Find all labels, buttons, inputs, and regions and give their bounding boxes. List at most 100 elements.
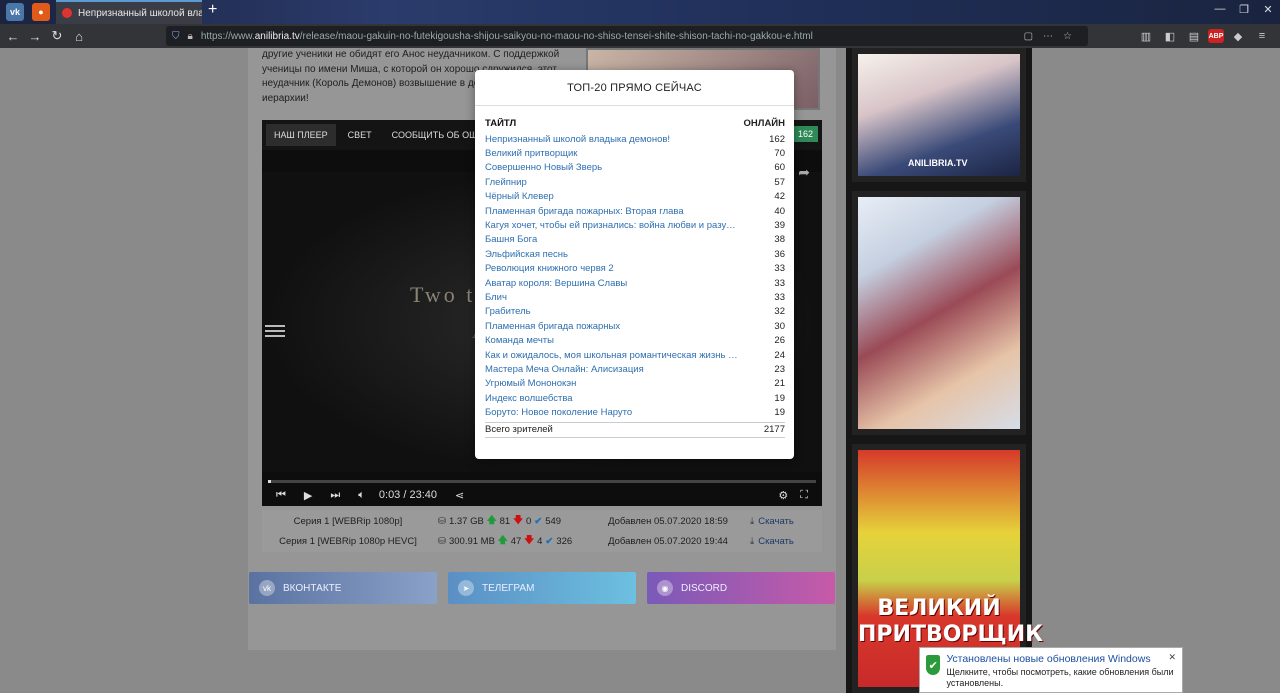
discord-button[interactable]: ◉ DISCORD <box>647 572 835 604</box>
title-link[interactable]: Пламенная бригада пожарных: Вторая глава <box>485 206 741 217</box>
poster-image: ANILIBRIA.TV <box>858 54 1020 176</box>
download-link[interactable]: ⤓ Скачать <box>732 516 822 527</box>
table-row: Серия 1 [WEBRip 1080p HEVC] ⛁ 300.91 MB … <box>262 531 822 551</box>
forward-icon[interactable]: → <box>24 25 46 47</box>
list-item: Пламенная бригада пожарных 30 <box>485 319 785 333</box>
title-link[interactable]: Пламенная бригада пожарных <box>485 321 741 332</box>
next-icon[interactable]: ⏭ <box>330 489 340 502</box>
online-count: 60 <box>774 162 785 174</box>
home-icon[interactable]: ⌂ <box>68 25 90 47</box>
seeders: 47 <box>510 535 522 547</box>
modal-title: ТОП-20 ПРЯМО СЕЙЧАС <box>475 70 794 106</box>
disk-icon: ⛁ <box>438 535 446 547</box>
nav-bar: ← → ↻ ⌂ ⛉ 🔒︎ https://www. anilibria.tv /… <box>0 24 1280 48</box>
tab-light[interactable]: СВЕТ <box>340 124 380 146</box>
online-count: 19 <box>774 392 785 404</box>
sidebar-poster-2[interactable] <box>852 191 1026 435</box>
progress-bar[interactable] <box>268 480 816 483</box>
tab-title: Непризнанный школой владыка <box>78 7 202 19</box>
library-icon[interactable]: ▥ <box>1136 26 1156 46</box>
download-icon: ⤓ <box>750 515 755 527</box>
seeders: 81 <box>499 515 511 527</box>
col-online: ОНЛАЙН <box>743 118 785 129</box>
online-count: 24 <box>774 349 785 361</box>
play-icon[interactable]: ▶ <box>304 489 312 502</box>
title-link[interactable]: Команда мечты <box>485 335 741 346</box>
tracking-shield-icon[interactable]: ⛉ <box>172 31 180 42</box>
url-bar[interactable]: ⛉ 🔒︎ https://www. anilibria.tv /release/… <box>166 26 1088 46</box>
title-link[interactable]: Глейпнир <box>485 177 741 188</box>
online-count: 38 <box>774 234 785 246</box>
url-actions[interactable]: ▢⋯☆ <box>1024 31 1082 42</box>
table-row: Серия 1 [WEBRip 1080p] ⛁ 1.37 GB 🡅 81 🡇 … <box>262 511 822 531</box>
title-link[interactable]: Чёрный Клевер <box>485 191 741 202</box>
added-date: Добавлен 05.07.2020 19:44 <box>608 535 728 547</box>
online-count: 39 <box>774 220 785 232</box>
maximize-icon[interactable]: ❐ <box>1232 0 1256 18</box>
title-link[interactable]: Индекс волшебства <box>485 393 741 404</box>
online-count: 33 <box>774 291 785 303</box>
list-item: Чёрный Клевер 42 <box>485 190 785 204</box>
title-link[interactable]: Башня Бога <box>485 234 741 245</box>
title-link[interactable]: Мастера Меча Онлайн: Алисизация <box>485 364 741 375</box>
progress-fill <box>268 480 271 483</box>
online-count: 23 <box>774 363 785 375</box>
sidebar-icon[interactable]: ◧ <box>1160 26 1180 46</box>
volume-icon[interactable]: 🔈︎ <box>358 489 365 502</box>
title-link[interactable]: Эльфийская песнь <box>485 249 741 260</box>
title-link[interactable]: Грабитель <box>485 306 741 317</box>
share-icon[interactable]: ⋖ <box>455 489 464 502</box>
reload-icon[interactable]: ↻ <box>46 25 68 47</box>
active-tab[interactable]: Непризнанный школой владыка ✕ <box>56 0 202 24</box>
menu-icon[interactable]: ≡ <box>1252 26 1272 46</box>
tab-our-player[interactable]: НАШ ПЛЕЕР <box>266 124 336 146</box>
reader-icon[interactable]: ▤ <box>1184 26 1204 46</box>
telegram-button[interactable]: ➤ ТЕЛЕГРАМ <box>448 572 636 604</box>
title-link[interactable]: Боруто: Новое поколение Наруто <box>485 407 741 418</box>
download-link[interactable]: ⤓ Скачать <box>732 536 822 547</box>
torrent-stats: ⛁ 300.91 MB 🡅 47 🡇 4 ✔ 326 <box>434 533 604 549</box>
title-link[interactable]: Революция книжного червя 2 <box>485 263 741 274</box>
new-tab-icon[interactable]: + <box>208 1 217 19</box>
prev-icon[interactable]: ⏮ <box>276 489 286 502</box>
windows-update-toast[interactable]: ✔ Установлены новые обновления Windows Щ… <box>919 647 1183 693</box>
vk-button[interactable]: vk ВКОНТАКТЕ <box>249 572 437 604</box>
title-link[interactable]: Блич <box>485 292 741 303</box>
title-link[interactable]: Кагуя хочет, чтобы ей признались: война … <box>485 220 741 231</box>
title-link[interactable]: Совершенно Новый Зверь <box>485 162 741 173</box>
reddit-pinned-tab[interactable]: ● <box>32 3 50 21</box>
online-count: 26 <box>774 335 785 347</box>
title-link[interactable]: Как и ожидалось, моя школьная романтичес… <box>485 350 741 361</box>
fullscreen-icon[interactable]: ⛶ <box>800 489 808 502</box>
title-link[interactable]: Угрюмый Мононокэн <box>485 378 741 389</box>
list-item: Мастера Меча Онлайн: Алисизация 23 <box>485 362 785 376</box>
title-link[interactable]: Непризнанный школой владыка демонов! <box>485 134 741 145</box>
list-item: Угрюмый Мононокэн 21 <box>485 377 785 391</box>
extension-icon[interactable]: ◆ <box>1228 26 1248 46</box>
list-item: Пламенная бригада пожарных: Вторая глава… <box>485 204 785 218</box>
list-item: Как и ожидалось, моя школьная романтичес… <box>485 348 785 362</box>
list-item: Блич 33 <box>485 290 785 304</box>
playlist-menu-icon[interactable] <box>265 322 285 338</box>
vk-pinned-tab[interactable]: vk <box>6 3 24 21</box>
list-item: Боруто: Новое поколение Наруто 19 <box>485 405 785 419</box>
toolbar-right: ▥ ◧ ▤ ABP ◆ ≡ <box>1136 26 1272 46</box>
toast-title: Установлены новые обновления Windows <box>946 653 1151 665</box>
minimize-icon[interactable]: — <box>1208 0 1232 18</box>
window-close-icon[interactable]: ✕ <box>1256 0 1280 18</box>
sidebar-poster-1[interactable]: ANILIBRIA.TV <box>852 48 1026 182</box>
title-link[interactable]: Аватар короля: Вершина Славы <box>485 278 741 289</box>
back-icon[interactable]: ← <box>2 25 24 47</box>
online-count: 42 <box>774 191 785 203</box>
settings-gear-icon[interactable]: ⚙ <box>778 489 788 502</box>
adblock-icon[interactable]: ABP <box>1208 29 1224 43</box>
url-prefix: https://www. <box>200 30 255 42</box>
title-link[interactable]: Великий притворщик <box>485 148 741 159</box>
list-item: Великий притворщик 70 <box>485 146 785 160</box>
lock-icon[interactable]: 🔒︎ <box>188 31 193 42</box>
toast-close-icon[interactable]: ✕ <box>1168 652 1176 663</box>
discord-icon: ◉ <box>657 580 673 596</box>
toast-body: Щелкните, чтобы посмотреть, какие обновл… <box>946 667 1174 688</box>
disk-icon: ⛁ <box>438 515 446 527</box>
share-arrow-icon[interactable]: ➦ <box>798 164 810 181</box>
